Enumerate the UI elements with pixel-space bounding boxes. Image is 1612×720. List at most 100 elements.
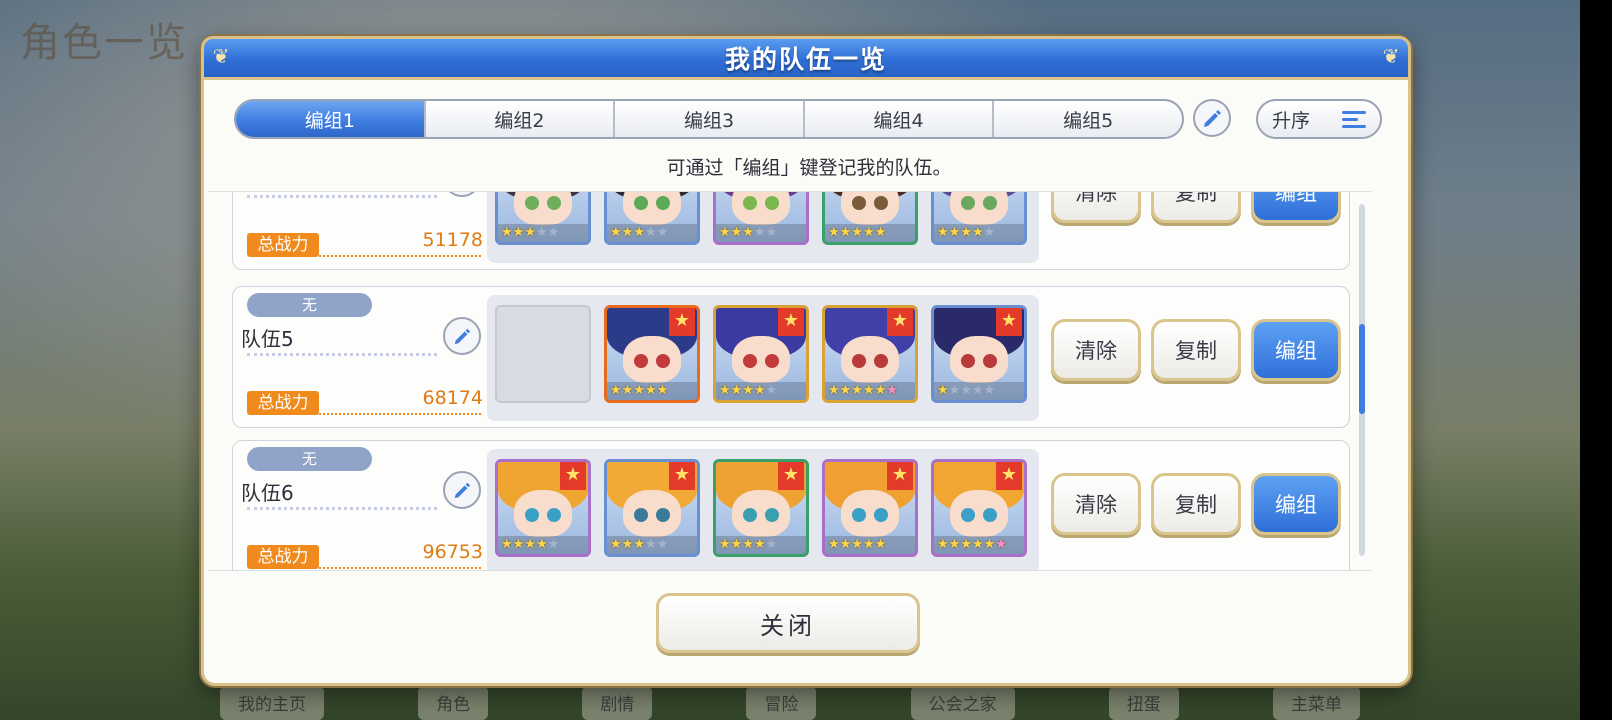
power-underline: [319, 567, 481, 569]
copy-button[interactable]: 复制: [1151, 192, 1241, 223]
character-portrait[interactable]: ★ ★ ★ ★ ★ ★: [713, 459, 809, 557]
star-icon: ★: [547, 537, 560, 552]
star-icon: ★: [656, 225, 669, 240]
sort-order-button[interactable]: 升序: [1256, 99, 1382, 139]
sort-label: 升序: [1272, 109, 1311, 132]
character-portrait[interactable]: ★ ★ ★ ★ ★ ★: [931, 305, 1027, 403]
star-icon: ★: [535, 537, 548, 552]
total-power-value: 51178: [422, 229, 483, 251]
star-icon: ★: [839, 383, 852, 398]
clear-button[interactable]: 清除: [1051, 192, 1141, 223]
star-flag-icon: ★: [669, 462, 695, 490]
star-icon: ★: [512, 537, 525, 552]
team-list[interactable]: 无 总战力 51178 ★★★★★★★★★★★★★★★★★★★★★★★★★ 清除…: [208, 191, 1372, 571]
portrait-eye: [961, 508, 975, 522]
star-icon: ★: [851, 225, 863, 240]
portrait-eye: [656, 354, 670, 368]
rename-team-button[interactable]: [443, 317, 481, 355]
copy-button[interactable]: 复制: [1151, 319, 1241, 381]
star-icon: ★: [501, 537, 513, 552]
corner-ornament-icon: ❦: [212, 44, 230, 68]
star-icon: ★: [742, 383, 754, 398]
star-icon: ★: [535, 225, 548, 240]
character-portrait[interactable]: ★ ★ ★ ★ ★: [713, 192, 809, 245]
total-power-label: 总战力: [247, 391, 319, 415]
background-screen-title: 角色一览: [20, 20, 188, 66]
star-icon: ★: [547, 225, 560, 240]
portrait-face: [623, 192, 681, 226]
edit-team-button[interactable]: 编组: [1251, 192, 1341, 223]
character-portrait[interactable]: ★ ★ ★ ★ ★: [495, 192, 591, 245]
star-icon: ★: [874, 383, 887, 398]
copy-button[interactable]: 复制: [1151, 473, 1241, 535]
star-flag-icon: ★: [778, 462, 804, 490]
tab-group-2[interactable]: 编组2: [426, 101, 616, 137]
star-flag-icon: ★: [887, 462, 913, 490]
star-icon: ★: [633, 225, 645, 240]
clear-button[interactable]: 清除: [1051, 473, 1141, 535]
rename-team-button[interactable]: [443, 192, 481, 197]
total-power-value: 96753: [422, 541, 483, 563]
empty-character-slot[interactable]: [495, 305, 591, 403]
character-portrait[interactable]: ★ ★ ★ ★ ★ ★: [604, 459, 700, 557]
character-portrait[interactable]: ★ ★ ★ ★ ★ ★: [495, 459, 591, 557]
star-icon: ★: [839, 537, 852, 552]
character-portrait[interactable]: ★ ★ ★ ★ ★: [931, 192, 1027, 245]
rarity-stars: ★ ★ ★ ★ ★: [934, 224, 1024, 242]
scrollbar-thumb[interactable]: [1359, 324, 1365, 414]
edit-group-name-button[interactable]: [1193, 99, 1231, 137]
star-icon: ★: [937, 383, 949, 398]
pencil-icon: [1204, 110, 1221, 127]
portrait-eye: [874, 508, 888, 522]
rarity-stars: ★ ★ ★ ★ ★: [498, 536, 588, 554]
star-icon: ★: [960, 225, 972, 240]
portrait-eye: [765, 196, 779, 210]
star-icon: ★: [644, 383, 657, 398]
team-row: 无 队伍5 总战力 68174 ★ ★ ★ ★ ★ ★ ★ ★ ★ ★ ★ ★ ★ ★ ★ ★ ★ ★ ★ ★ ★ ★ ★ ★…: [232, 286, 1350, 428]
star-flag-icon: ★: [560, 462, 586, 490]
clear-button[interactable]: 清除: [1051, 319, 1141, 381]
portrait-face: [732, 489, 790, 538]
team-row: 无 总战力 51178 ★★★★★★★★★★★★★★★★★★★★★★★★★ 清除…: [232, 192, 1350, 270]
edit-team-button[interactable]: 编组: [1251, 319, 1341, 381]
character-portrait[interactable]: ★ ★ ★ ★ ★ ★: [713, 305, 809, 403]
dialog-header: ❦ 我的队伍一览 ❦: [201, 36, 1411, 80]
star-icon: ★: [742, 537, 754, 552]
portrait-eye: [634, 354, 648, 368]
rename-team-button[interactable]: [443, 471, 481, 509]
star-icon: ★: [621, 225, 634, 240]
star-icon: ★: [610, 537, 622, 552]
tab-group-1[interactable]: 编组1: [236, 101, 426, 137]
portrait-eye: [874, 354, 888, 368]
character-portrait[interactable]: ★ ★ ★ ★ ★ ★ ★: [931, 459, 1027, 557]
tab-group-3[interactable]: 编组3: [615, 101, 805, 137]
character-portrait[interactable]: ★ ★ ★ ★ ★ ★ ★: [822, 305, 918, 403]
star-icon: ★: [851, 383, 863, 398]
star-icon: ★: [610, 225, 622, 240]
star-icon: ★: [765, 225, 778, 240]
star-flag-icon: ★: [669, 308, 695, 336]
star-icon: ★: [886, 383, 898, 398]
character-portrait[interactable]: ★ ★ ★ ★ ★: [604, 192, 700, 245]
star-icon: ★: [656, 383, 669, 398]
star-icon: ★: [828, 537, 840, 552]
portrait-eye: [634, 508, 648, 522]
portrait-face: [950, 489, 1008, 538]
edit-team-button[interactable]: 编组: [1251, 473, 1341, 535]
portrait-eye: [743, 508, 757, 522]
star-icon: ★: [851, 537, 863, 552]
character-portrait[interactable]: ★ ★ ★ ★ ★: [822, 192, 918, 245]
tab-group-5[interactable]: 编组5: [994, 101, 1182, 137]
name-underline: [247, 195, 437, 198]
star-icon: ★: [719, 225, 731, 240]
star-icon: ★: [862, 537, 875, 552]
close-button[interactable]: 关闭: [656, 593, 920, 653]
character-portrait[interactable]: ★ ★ ★ ★ ★ ★: [604, 305, 700, 403]
character-portrait[interactable]: ★ ★ ★ ★ ★ ★: [822, 459, 918, 557]
bottom-nav-item: 主菜单: [1272, 686, 1360, 720]
tab-group-4[interactable]: 编组4: [805, 101, 995, 137]
star-flag-icon: ★: [996, 308, 1022, 336]
star-icon: ★: [874, 225, 887, 240]
rarity-stars: ★ ★ ★ ★ ★: [607, 536, 697, 554]
portrait-eye: [525, 196, 539, 210]
